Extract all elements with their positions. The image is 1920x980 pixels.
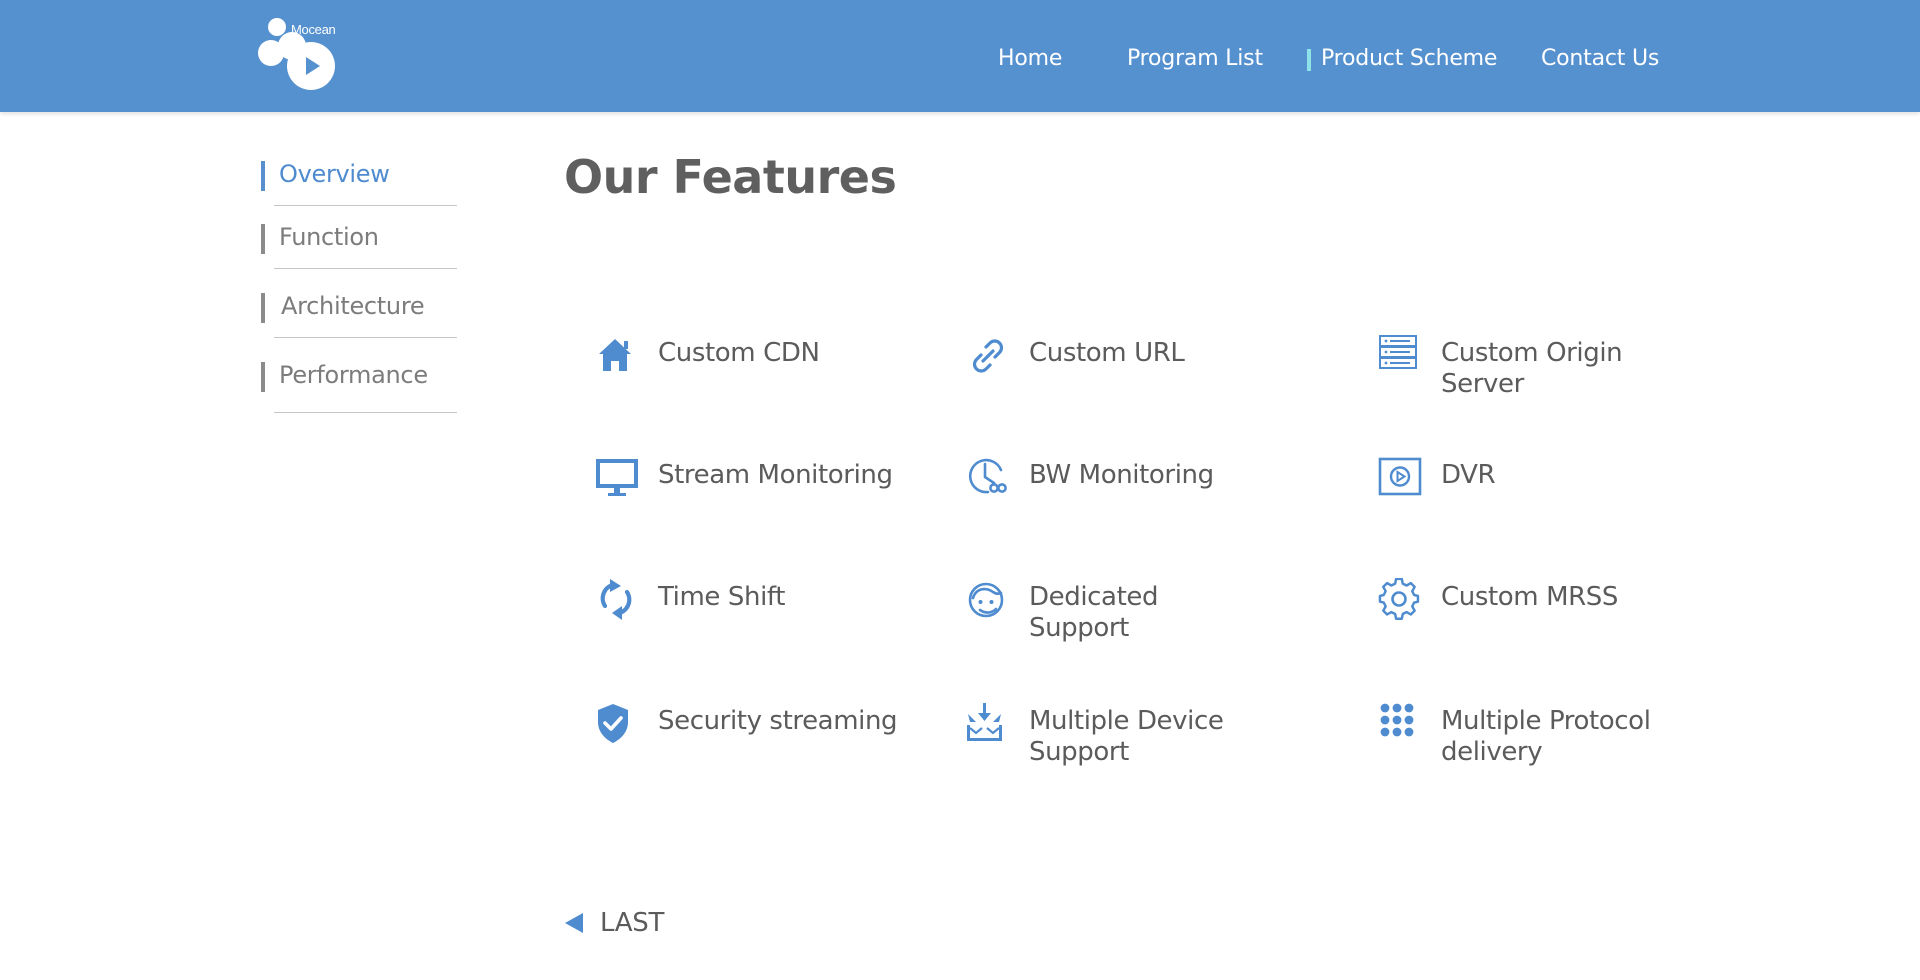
feature-bw-monitoring[interactable]: BW Monitoring bbox=[966, 456, 1296, 526]
feature-custom-url[interactable]: Custom URL bbox=[966, 334, 1296, 404]
last-label: LAST bbox=[600, 908, 665, 938]
feature-custom-cdn[interactable]: Custom CDN bbox=[595, 334, 925, 404]
sidebar-item-label: Overview bbox=[279, 160, 390, 188]
active-marker bbox=[261, 161, 265, 191]
feature-label: DVR bbox=[1441, 460, 1496, 490]
feature-label: Time Shift bbox=[658, 582, 785, 612]
sidebar-item-architecture[interactable]: Architecture bbox=[261, 287, 457, 351]
feature-multiple-device-support[interactable]: Multiple Device Support bbox=[966, 702, 1296, 772]
item-marker bbox=[261, 293, 265, 323]
brand-name: Mocean bbox=[291, 22, 336, 37]
feature-label: Stream Monitoring bbox=[658, 460, 893, 490]
feature-custom-origin-server[interactable]: Custom Origin Server bbox=[1378, 334, 1708, 404]
divider bbox=[274, 412, 457, 413]
dots-grid-icon bbox=[1380, 703, 1414, 737]
nav-home[interactable]: Home bbox=[998, 46, 1062, 71]
gear-icon bbox=[1378, 578, 1420, 620]
feature-stream-monitoring[interactable]: Stream Monitoring bbox=[595, 456, 925, 526]
triangle-left-icon bbox=[565, 913, 583, 933]
sidebar-item-performance[interactable]: Performance bbox=[261, 356, 457, 420]
monitor-icon bbox=[596, 459, 638, 496]
bandwidth-clock-icon bbox=[968, 458, 1007, 494]
divider bbox=[274, 337, 457, 338]
feature-label: Multiple Protocol delivery bbox=[1441, 706, 1651, 767]
sidebar-item-label: Architecture bbox=[281, 292, 425, 320]
last-page-link[interactable]: LAST bbox=[564, 906, 684, 940]
support-agent-icon bbox=[968, 582, 1004, 618]
download-devices-icon bbox=[967, 703, 1002, 741]
feature-custom-mrss[interactable]: Custom MRSS bbox=[1378, 578, 1708, 648]
nav-program-list[interactable]: Program List bbox=[1127, 46, 1263, 71]
feature-security-streaming[interactable]: Security streaming bbox=[595, 702, 925, 772]
link-icon bbox=[973, 339, 1003, 373]
feature-dvr[interactable]: DVR bbox=[1378, 456, 1708, 526]
divider bbox=[274, 268, 457, 269]
nav-contact-us[interactable]: Contact Us bbox=[1541, 46, 1659, 71]
dvr-play-icon bbox=[1378, 457, 1422, 496]
feature-label: Custom Origin Server bbox=[1441, 338, 1623, 399]
feature-label: Security streaming bbox=[658, 706, 898, 736]
sidebar-item-label: Function bbox=[279, 223, 379, 251]
sidebar-item-function[interactable]: Function bbox=[261, 218, 457, 282]
feature-time-shift[interactable]: Time Shift bbox=[595, 578, 925, 648]
top-header: Mocean Home Program List Product Scheme … bbox=[0, 0, 1920, 112]
sidebar-item-overview[interactable]: Overview bbox=[261, 155, 457, 219]
divider bbox=[274, 205, 457, 206]
refresh-icon bbox=[600, 579, 632, 620]
feature-dedicated-support[interactable]: Dedicated Support bbox=[966, 578, 1296, 648]
item-marker bbox=[261, 224, 265, 254]
item-marker bbox=[261, 362, 265, 392]
feature-label: Custom MRSS bbox=[1441, 582, 1618, 612]
server-icon bbox=[1379, 335, 1417, 369]
nav-product-scheme[interactable]: Product Scheme bbox=[1306, 46, 1497, 71]
feature-label: Custom URL bbox=[1029, 338, 1185, 368]
feature-label: Custom CDN bbox=[658, 338, 820, 368]
home-icon bbox=[599, 339, 631, 371]
sidebar-item-label: Performance bbox=[279, 361, 428, 389]
feature-label: Dedicated Support bbox=[1029, 582, 1159, 643]
feature-label: Multiple Device Support bbox=[1029, 706, 1224, 767]
feature-multiple-protocol-delivery[interactable]: Multiple Protocol delivery bbox=[1378, 702, 1708, 772]
shield-check-icon bbox=[598, 704, 628, 743]
feature-label: BW Monitoring bbox=[1029, 460, 1214, 490]
page-title: Our Features bbox=[564, 150, 897, 204]
